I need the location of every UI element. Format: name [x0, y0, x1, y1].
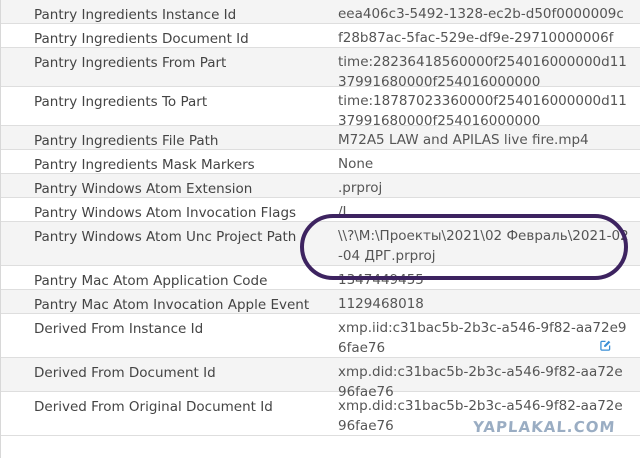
property-label: Pantry Ingredients File Path	[34, 133, 219, 149]
property-value: \\?\M:\Проекты\2021\02 Февраль\2021-02-0…	[338, 228, 629, 264]
property-label: Pantry Windows Atom Unc Project Path	[34, 229, 297, 245]
property-value: 1347449455	[338, 272, 424, 288]
property-label: Pantry Ingredients Mask Markers	[34, 157, 255, 173]
table-row: Pantry Windows Atom Unc Project Path \\?\…	[1, 222, 640, 266]
property-value: eea406c3-5492-1328-ec2b-d50f0000009c	[338, 6, 624, 22]
table-row: Derived From Document Id xmp.did:c31bac5b…	[1, 358, 640, 400]
metadata-viewer: Pantry Ingredients Instance Id eea406c3-5…	[0, 0, 640, 458]
table-row: Pantry Ingredients Mask Markers None	[1, 150, 640, 174]
edit-icon[interactable]	[600, 340, 611, 351]
table-row: Pantry Ingredients From Part time:2823641…	[1, 48, 640, 90]
table-row: Pantry Windows Atom Extension .prproj	[1, 174, 640, 198]
property-value: /L	[338, 204, 351, 220]
table-row: Pantry Ingredients File Path M72A5 LAW an…	[1, 126, 640, 150]
property-label: Pantry Mac Atom Invocation Apple Event	[34, 297, 310, 313]
table-row: Derived From Instance Id xmp.iid:c31bac5b…	[1, 314, 640, 358]
property-label: Derived From Document Id	[34, 365, 216, 381]
property-label: Pantry Windows Atom Invocation Flags	[34, 205, 297, 221]
property-label: Derived From Original Document Id	[34, 399, 273, 415]
property-value: None	[338, 156, 374, 172]
table-row: Pantry Ingredients Instance Id eea406c3-5…	[1, 0, 640, 24]
metadata-table: Pantry Ingredients Instance Id eea406c3-5…	[1, 0, 640, 436]
property-value: f28b87ac-5fac-529e-df9e-29710000006f	[338, 30, 614, 46]
property-label: Pantry Ingredients Document Id	[34, 31, 249, 47]
property-value: xmp.did:c31bac5b-2b3c-a546-9f82-aa72e96f…	[338, 364, 623, 400]
property-value: time:18787023360000f254016000000d1137991…	[338, 93, 627, 129]
property-label: Pantry Mac Atom Application Code	[34, 273, 268, 289]
property-value: .prproj	[338, 180, 383, 196]
table-row: Pantry Mac Atom Application Code 13474494…	[1, 266, 640, 290]
table-row: Pantry Windows Atom Invocation Flags/L	[1, 198, 640, 222]
property-label: Derived From Instance Id	[34, 321, 204, 337]
table-row: Pantry Mac Atom Invocation Apple Event 11…	[1, 290, 640, 314]
property-label: Pantry Ingredients Instance Id	[34, 7, 237, 23]
property-value: xmp.iid:c31bac5b-2b3c-a546-9f82-aa72e96f…	[338, 320, 627, 356]
property-value: 1129468018	[338, 296, 424, 312]
table-row: Pantry Ingredients Document Id f28b87ac-5…	[1, 24, 640, 48]
property-label: Pantry Windows Atom Extension	[34, 181, 253, 197]
table-row: Pantry Ingredients To Part time:187870233…	[1, 87, 640, 129]
property-value: M72A5 LAW and APILAS live fire.mp4	[338, 132, 589, 148]
property-label: Pantry Ingredients To Part	[34, 94, 208, 110]
property-label: Pantry Ingredients From Part	[34, 55, 227, 71]
watermark: YAPLAKAL.COM	[471, 418, 616, 436]
property-value: time:28236418560000f254016000000d1137991…	[338, 54, 627, 90]
